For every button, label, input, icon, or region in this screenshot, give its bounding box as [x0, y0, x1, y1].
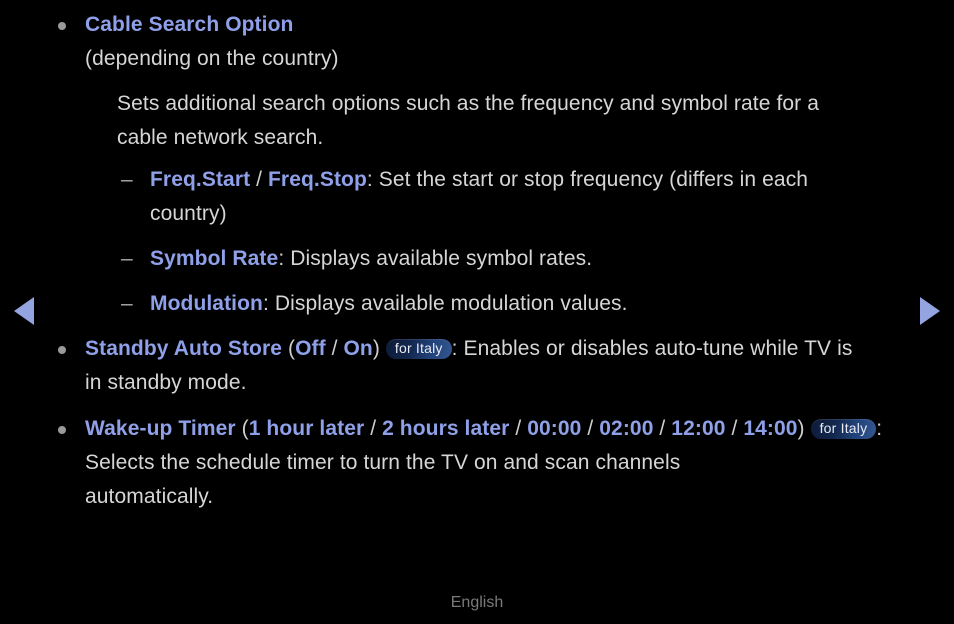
wakeup-separator: / — [509, 417, 528, 440]
dash-icon: – — [121, 292, 133, 315]
bullet-icon — [58, 426, 66, 434]
cable-search-subtitle: (depending on the country) — [85, 47, 339, 70]
list-item-cable-search-option: Cable Search Option (depending on the co… — [0, 8, 954, 76]
standby-option-off: Off — [295, 337, 326, 360]
cable-search-description: Sets additional search options such as t… — [0, 87, 954, 155]
symbol-rate-text: Displays available symbol rates. — [290, 247, 593, 270]
standby-colon: : — [451, 337, 464, 360]
footer-language: English — [450, 594, 504, 611]
status-badge-for-italy: for Italy — [810, 419, 877, 439]
wakeup-option-1: 1 hour later — [248, 417, 365, 440]
symbol-rate-keyword: Symbol Rate — [150, 247, 279, 270]
modulation-keyword: Modulation — [150, 292, 263, 315]
bullet-icon — [58, 22, 66, 30]
freq-separator: / — [250, 168, 268, 191]
modulation-text: Displays available modulation values. — [274, 292, 628, 315]
modulation-line: Modulation: Displays available modulatio… — [150, 287, 864, 321]
ebook-page: Cable Search Option (depending on the co… — [0, 0, 954, 624]
page-content: Cable Search Option (depending on the co… — [0, 0, 954, 516]
standby-text-1: Enables or disables auto-tune while TV i… — [463, 337, 853, 360]
cable-search-title: Cable Search Option — [85, 13, 294, 36]
standby-line-1: Standby Auto Store (Off / On) for Italy:… — [85, 332, 896, 366]
freq-start-keyword: Freq.Start — [150, 168, 251, 191]
modulation-colon: : — [262, 292, 275, 315]
wakeup-separator: / — [653, 417, 672, 440]
wakeup-paren-close: ) — [797, 417, 811, 440]
wakeup-option-2: 2 hours later — [382, 417, 510, 440]
standby-title: Standby Auto Store — [85, 337, 283, 360]
list-item-freq-start-stop: – Freq.Start / Freq.Stop: Set the start … — [0, 163, 954, 231]
dash-icon: – — [121, 168, 133, 191]
wakeup-separator: / — [581, 417, 600, 440]
freq-text-1: Set the start or stop frequency (differs… — [378, 168, 809, 191]
wakeup-text-1: Selects the schedule timer to turn the T… — [85, 451, 681, 474]
list-item-standby-auto-store: Standby Auto Store (Off / On) for Italy:… — [0, 332, 954, 400]
wakeup-option-4: 02:00 — [599, 417, 654, 440]
wakeup-separator: / — [364, 417, 383, 440]
freq-colon: : — [366, 168, 379, 191]
cable-search-subtitle-line: (depending on the country) — [85, 42, 896, 76]
wakeup-line-2: automatically. — [85, 485, 214, 508]
cable-search-description-line-1: Sets additional search options such as t… — [117, 92, 819, 115]
symbol-rate-colon: : — [278, 247, 291, 270]
wakeup-title: Wake-up Timer — [85, 417, 236, 440]
standby-paren-open: ( — [282, 337, 296, 360]
wakeup-separator: / — [725, 417, 744, 440]
bullet-icon — [58, 346, 66, 354]
cable-search-description-line-2: cable network search. — [117, 126, 324, 149]
list-item-symbol-rate: – Symbol Rate: Displays available symbol… — [0, 242, 954, 276]
standby-option-on: On — [343, 337, 373, 360]
symbol-rate-line: Symbol Rate: Displays available symbol r… — [150, 242, 864, 276]
list-item-modulation: – Modulation: Displays available modulat… — [0, 287, 954, 321]
wakeup-paren-open: ( — [235, 417, 249, 440]
standby-option-separator: / — [325, 337, 344, 360]
dash-icon: – — [121, 247, 133, 270]
wakeup-option-3: 00:00 — [527, 417, 582, 440]
cable-search-title-line: Cable Search Option — [85, 8, 896, 42]
standby-line-2: in standby mode. — [85, 371, 247, 394]
freq-line-2: country) — [150, 202, 227, 225]
list-item-wake-up-timer: Wake-up Timer (1 hour later / 2 hours la… — [0, 412, 954, 514]
status-badge-for-italy: for Italy — [385, 339, 452, 359]
standby-paren-close: ) — [372, 337, 386, 360]
wakeup-colon: : — [876, 417, 883, 440]
freq-line-1: Freq.Start / Freq.Stop: Set the start or… — [150, 163, 864, 197]
wakeup-line-1: Wake-up Timer (1 hour later / 2 hours la… — [85, 412, 896, 480]
freq-stop-keyword: Freq.Stop — [268, 168, 367, 191]
wakeup-option-5: 12:00 — [671, 417, 726, 440]
wakeup-option-6: 14:00 — [743, 417, 798, 440]
